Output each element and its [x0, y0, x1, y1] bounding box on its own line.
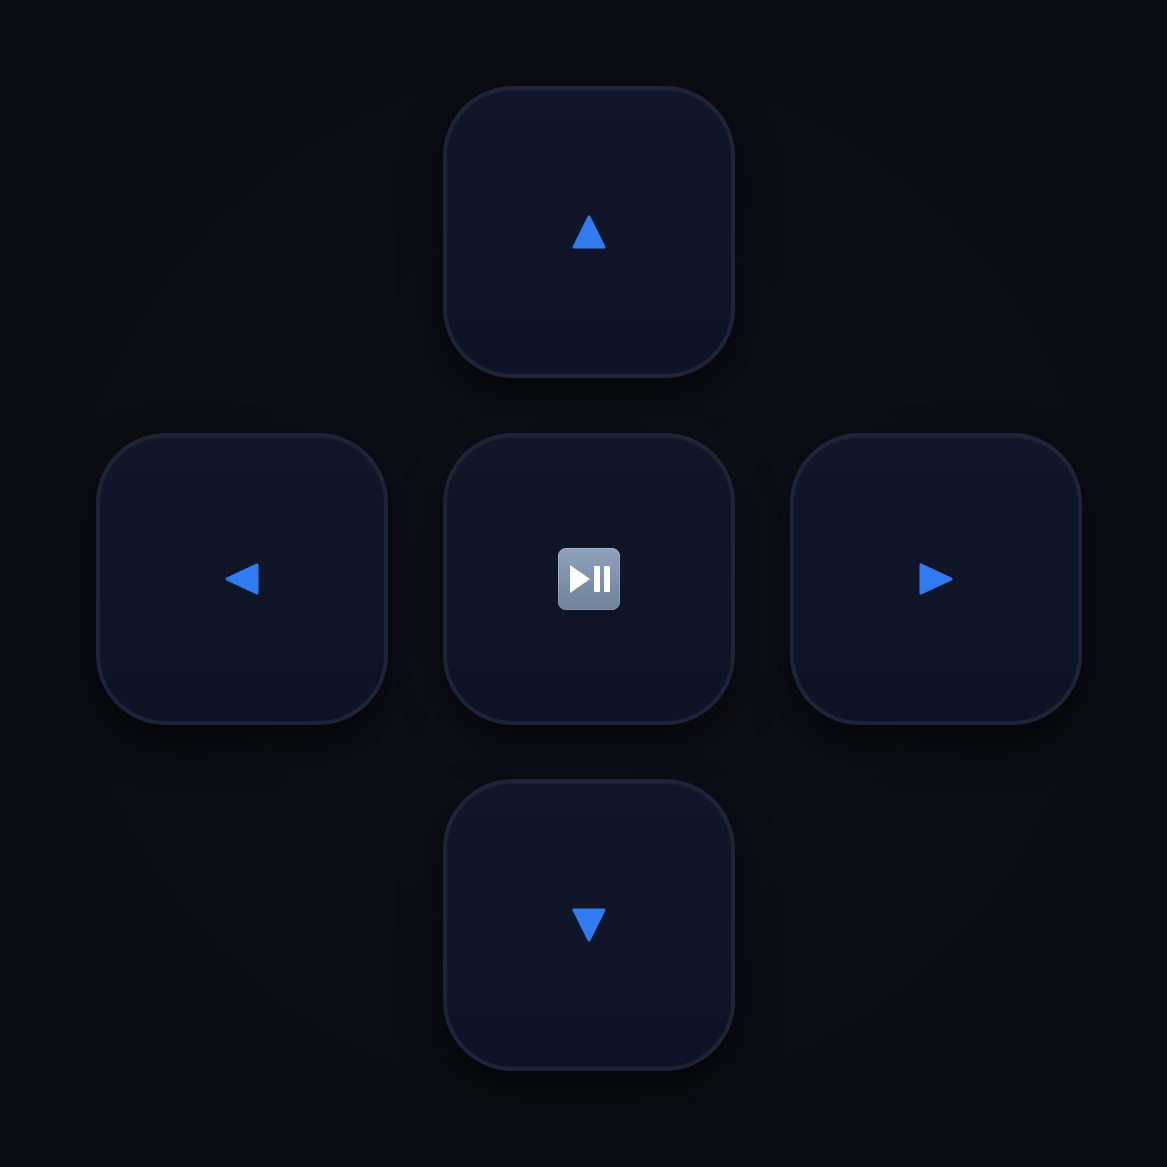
arrow-up-icon [572, 215, 606, 249]
arrow-right-icon [919, 563, 953, 595]
down-button[interactable] [443, 779, 735, 1071]
play-pause-button[interactable] [443, 433, 735, 725]
up-button[interactable] [443, 86, 735, 378]
remote-dpad [0, 0, 1167, 1167]
play-pause-icon [558, 548, 620, 610]
arrow-down-icon [572, 908, 606, 942]
left-button[interactable] [96, 433, 388, 725]
right-button[interactable] [790, 433, 1082, 725]
arrow-left-icon [225, 563, 259, 595]
